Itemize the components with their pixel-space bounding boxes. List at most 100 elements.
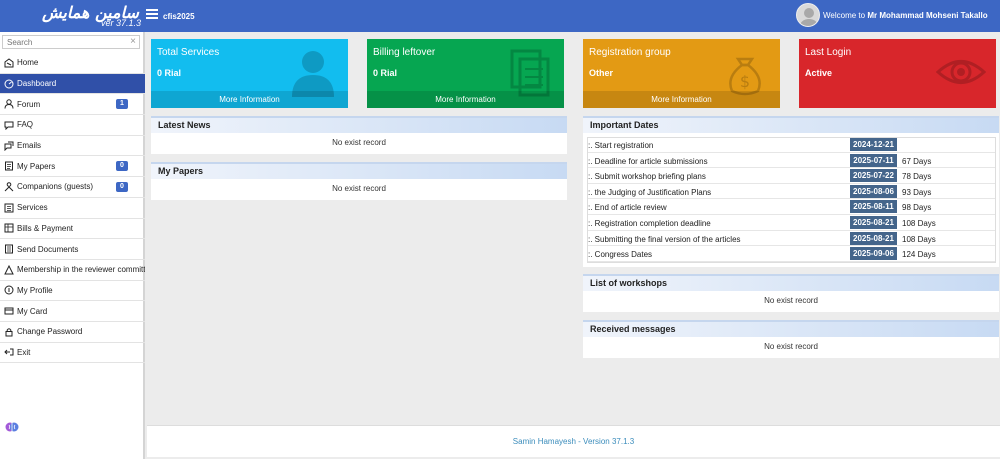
- user-name[interactable]: Mr Mohammad Mohseni Takallo: [867, 11, 987, 20]
- panel-title: Latest News: [151, 116, 567, 133]
- version-label: ver 37.1.3: [101, 18, 142, 28]
- avatar[interactable]: [796, 3, 820, 27]
- date-label: :. Deadline for article submissions: [588, 156, 708, 166]
- date-badge: 2024-12-21: [850, 138, 897, 151]
- table-row: :. Submit workshop briefing plans 2025-07…: [587, 168, 995, 184]
- footer-link[interactable]: Samin Hamayesh - Version 37.1.3: [513, 437, 634, 446]
- table-row: :. Registration completion deadline 2025-…: [587, 215, 995, 231]
- more-information-link[interactable]: More Information: [151, 91, 348, 108]
- user-icon: [4, 99, 14, 109]
- table-row: :. Congress Dates 2025-09-06 124 Days: [587, 246, 995, 262]
- conference-name: cfis2025: [163, 12, 195, 21]
- date-badge: 2025-07-11: [850, 153, 897, 167]
- sidebar-item-label: Emails: [17, 141, 42, 151]
- sidebar-item-my-profile[interactable]: My Profile: [0, 281, 145, 302]
- welcome-prefix: Welcome to: [823, 11, 866, 20]
- sidebar-item-label: Dashboard: [17, 79, 57, 89]
- sidebar-item-my-card[interactable]: My Card: [0, 301, 145, 322]
- empty-message: No exist record: [764, 296, 818, 305]
- sidebar-item-label: Home: [17, 58, 39, 68]
- bills-icon: [4, 223, 14, 233]
- card-title: Billing leftover: [373, 47, 436, 58]
- home-icon: [4, 58, 14, 68]
- panel-title: My Papers: [151, 162, 567, 179]
- sidebar-item-exit[interactable]: Exit: [0, 343, 145, 364]
- panel-title: List of workshops: [583, 274, 999, 291]
- days-remaining: 67 Days: [902, 156, 932, 166]
- my-papers-panel: My Papers No exist record: [151, 162, 567, 200]
- count-badge: 0: [116, 161, 128, 172]
- sidebar-item-bills-payment[interactable]: Bills & Payment: [0, 219, 145, 240]
- date-badge: 2025-08-06: [850, 184, 897, 198]
- services-icon: [4, 203, 14, 213]
- days-remaining: 108 Days: [902, 218, 936, 228]
- days-remaining: 78 Days: [902, 172, 932, 182]
- sidebar-item-label: Change Password: [17, 327, 83, 337]
- sidebar-item-emails[interactable]: Emails: [0, 136, 145, 157]
- document-icon: [4, 244, 14, 254]
- card-total-services: Total Services 0 Rial More Information: [151, 39, 348, 108]
- table-row: :. the Judging of Justification Plans 202…: [587, 184, 995, 200]
- date-badge: 2025-07-22: [850, 169, 897, 183]
- welcome-text: Welcome to Mr Mohammad Mohseni Takallo: [823, 11, 988, 20]
- table-row: :. Deadline for article submissions 2025-…: [587, 153, 995, 169]
- panel-title: Received messages: [583, 320, 999, 337]
- date-label: :. End of article review: [588, 203, 667, 213]
- sidebar: × Home Dashboard Forum 1 FAQ Emails My Papers 0…: [0, 32, 145, 459]
- latest-news-panel: Latest News No exist record: [151, 116, 567, 154]
- sidebar-item-label: My Papers: [17, 161, 56, 171]
- more-information-link[interactable]: More Information: [583, 91, 780, 108]
- sidebar-item-faq[interactable]: FAQ: [0, 115, 145, 136]
- search-box: ×: [2, 35, 140, 49]
- sidebar-item-services[interactable]: Services: [0, 198, 145, 219]
- sidebar-item-label: FAQ: [17, 120, 34, 130]
- paper-icon: [4, 161, 14, 171]
- card-value: 0 Rial: [157, 68, 182, 78]
- table-row: :. Submitting the final version of the a…: [587, 231, 995, 247]
- sidebar-item-my-papers[interactable]: My Papers 0: [0, 156, 145, 178]
- person-icon: [292, 51, 334, 97]
- days-remaining: 98 Days: [902, 203, 932, 213]
- sidebar-item-home[interactable]: Home: [0, 53, 145, 74]
- brain-icon[interactable]: [5, 420, 19, 434]
- table-row: :. End of article review 2025-08-11 98 Day…: [587, 199, 995, 215]
- card-icon: [4, 306, 14, 316]
- sidebar-item-label: Membership in the reviewer committee: [17, 265, 145, 275]
- card-value: 0 Rial: [373, 68, 398, 78]
- important-dates-table: :. Start registration 2024-12-21 :. Deadli…: [587, 137, 995, 262]
- date-label: :. Registration completion deadline: [588, 218, 711, 228]
- days-remaining: 93 Days: [902, 187, 932, 197]
- people-icon: [4, 182, 14, 192]
- search-input[interactable]: [3, 36, 123, 48]
- committee-icon: [4, 264, 14, 275]
- exit-icon: [4, 347, 14, 357]
- chat-icon: [4, 120, 14, 130]
- sidebar-item-membership-in-the-reviewer-committee[interactable]: Membership in the reviewer committee: [0, 260, 145, 281]
- sidebar-item-dashboard[interactable]: Dashboard: [0, 73, 145, 95]
- sidebar-item-change-password[interactable]: Change Password: [0, 322, 145, 343]
- sidebar-item-forum[interactable]: Forum 1: [0, 94, 145, 116]
- money-bag-icon: $: [729, 57, 761, 96]
- date-label: :. Congress Dates: [588, 250, 653, 260]
- documents-icon: [510, 49, 550, 97]
- card-title: Last Login: [805, 47, 852, 58]
- card-last-login: Last Login Active: [799, 39, 996, 108]
- sidebar-item-label: Forum: [17, 99, 41, 109]
- date-label: :. Start registration: [588, 141, 654, 150]
- sidebar-item-companions-guests[interactable]: Companions (guests) 0: [0, 177, 145, 198]
- received-messages-panel: Received messages No exist record: [583, 320, 999, 358]
- important-dates-panel: Important Dates :. Start registration 202…: [583, 116, 999, 267]
- menu-toggle-icon[interactable]: [146, 9, 158, 19]
- date-label: :. Submitting the final version of the a…: [588, 234, 741, 244]
- close-icon[interactable]: ×: [130, 36, 136, 47]
- more-information-link[interactable]: More Information: [367, 91, 564, 108]
- sidebar-item-label: Companions (guests): [17, 182, 94, 192]
- lock-icon: [4, 327, 14, 337]
- card-title: Registration group: [589, 47, 671, 58]
- sidebar-item-label: Send Documents: [17, 244, 79, 254]
- count-badge: 0: [116, 182, 128, 193]
- eye-icon: [936, 60, 986, 84]
- date-label: :. Submit workshop briefing plans: [588, 172, 706, 182]
- sidebar-item-send-documents[interactable]: Send Documents: [0, 239, 145, 260]
- table-row: :. Start registration 2024-12-21: [587, 137, 995, 153]
